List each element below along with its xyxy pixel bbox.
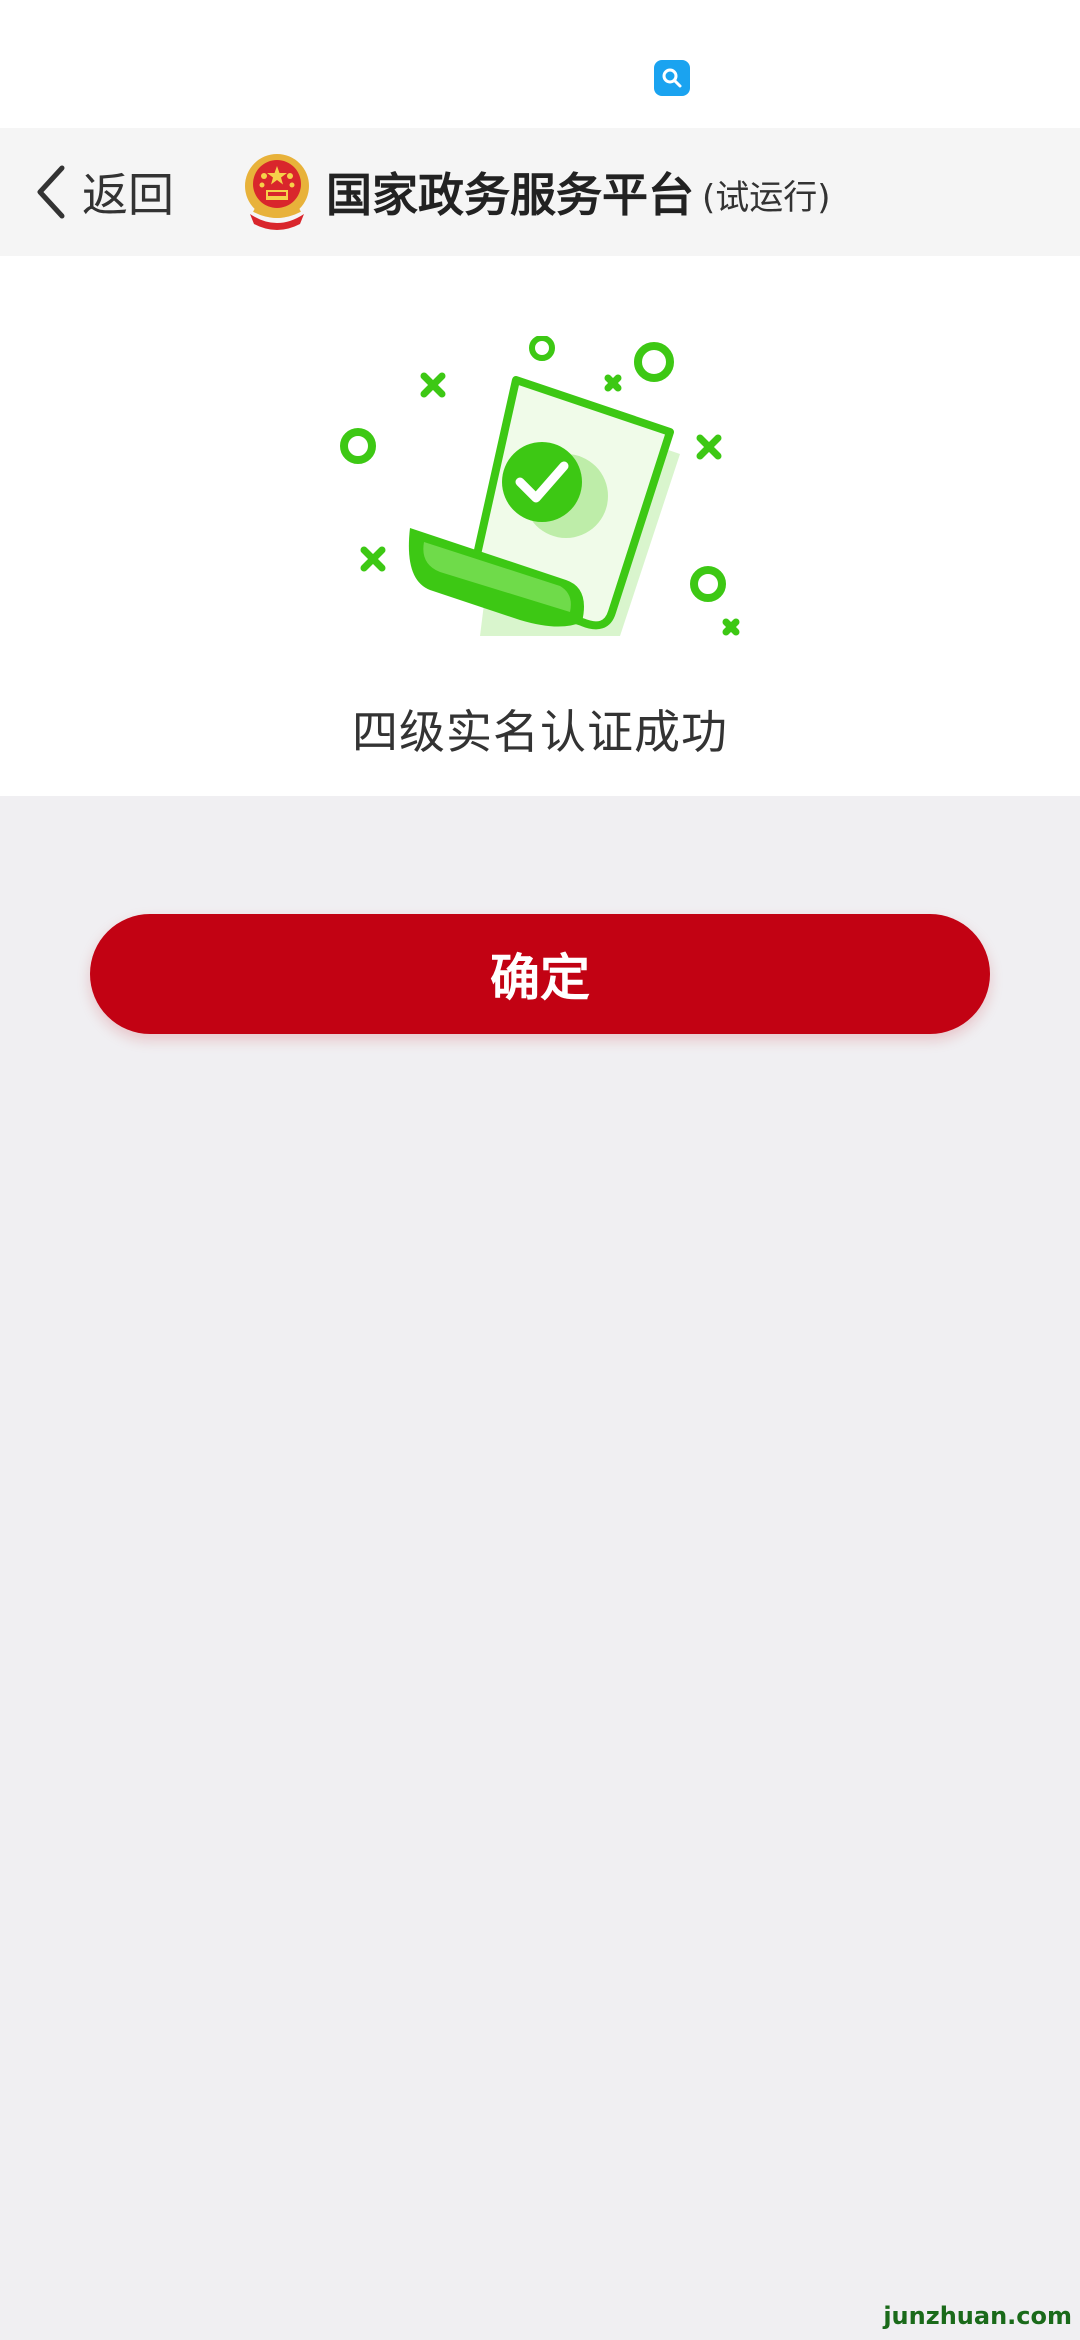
result-card: 四级实名认证成功 [0,256,1080,796]
search-icon[interactable] [654,60,690,96]
national-emblem-icon [242,152,312,232]
result-message: 四级实名认证成功 [352,705,728,759]
nav-bar: 返回 国家政务服务平台 (试运行) [0,128,1080,256]
back-button[interactable]: 返回 [34,128,174,256]
watermark: junzhuan.com [883,2302,1072,2330]
status-bar [0,0,1080,128]
page-title: 国家政务服务平台 [326,168,694,222]
document-check-icon [340,336,740,636]
chevron-left-icon [37,165,65,219]
confirm-button[interactable]: 确定 [90,914,990,1034]
back-label: 返回 [82,168,174,222]
page-title-suffix: (试运行) [702,177,831,218]
